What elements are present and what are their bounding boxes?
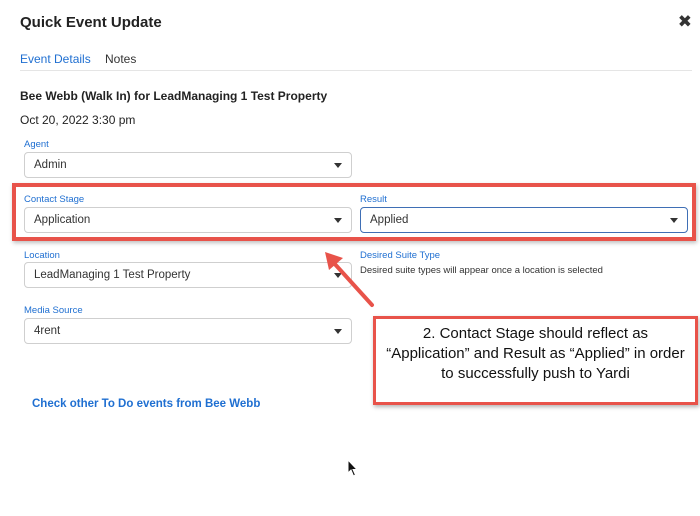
close-x-icon[interactable]: ✖ — [678, 13, 692, 30]
tab-notes[interactable]: Notes — [105, 52, 136, 66]
chevron-down-icon — [334, 273, 342, 278]
contact-stage-select[interactable]: Application — [24, 207, 352, 233]
mouse-pointer-icon — [347, 459, 359, 477]
annotation-callout: 2. Contact Stage should reflect as “Appl… — [373, 316, 698, 405]
annotation-callout-text: 2. Contact Stage should reflect as “Appl… — [386, 325, 685, 382]
event-contact-title: Bee Webb (Walk In) for LeadManaging 1 Te… — [20, 89, 328, 103]
result-select[interactable]: Applied — [360, 207, 688, 233]
annotation-arrow — [325, 252, 374, 307]
location-select[interactable]: LeadManaging 1 Test Property — [24, 262, 352, 288]
result-label: Result — [360, 194, 387, 205]
desired-suite-type-helper: Desired suite types will appear once a l… — [360, 265, 603, 276]
tab-bar: Event Details Notes — [20, 50, 692, 71]
chevron-down-icon — [334, 218, 342, 223]
agent-select-value: Admin — [34, 159, 67, 171]
contact-stage-label: Contact Stage — [24, 194, 85, 205]
tab-event-details[interactable]: Event Details — [20, 52, 91, 66]
media-source-label: Media Source — [24, 305, 83, 316]
location-select-value: LeadManaging 1 Test Property — [34, 269, 191, 281]
result-select-value: Applied — [370, 214, 409, 226]
event-date: Oct 20, 2022 3:30 pm — [20, 113, 136, 127]
media-source-select-value: 4rent — [34, 325, 61, 337]
desired-suite-type-label: Desired Suite Type — [360, 250, 441, 261]
media-source-select[interactable]: 4rent — [24, 318, 352, 344]
chevron-down-icon — [334, 163, 342, 168]
chevron-down-icon — [334, 329, 342, 334]
agent-select[interactable]: Admin — [24, 152, 352, 178]
chevron-down-icon — [670, 218, 678, 223]
agent-label: Agent — [24, 139, 49, 150]
other-events-link[interactable]: Check other To Do events from Bee Webb — [32, 398, 260, 410]
modal-title: Quick Event Update — [20, 14, 162, 31]
contact-stage-select-value: Application — [34, 214, 91, 226]
location-label: Location — [24, 250, 60, 261]
